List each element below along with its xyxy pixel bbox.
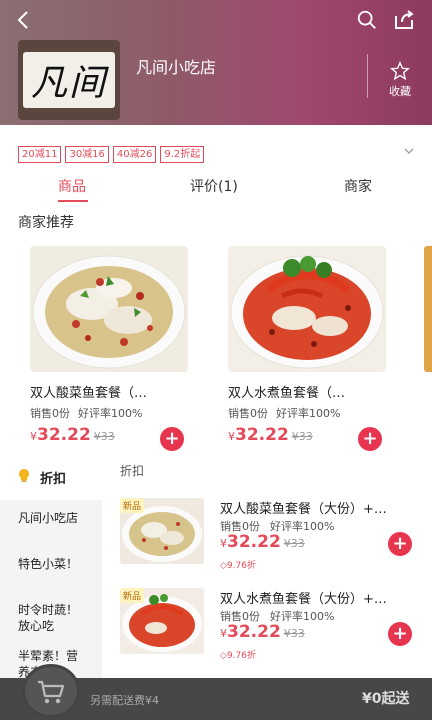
- sidebar-item[interactable]: 特色小菜！: [18, 556, 88, 572]
- list-item[interactable]: 新品 双人酸菜鱼套餐（大份）+… 销售0份 好评率100% ¥32.22 ¥33 ◇…: [118, 498, 432, 578]
- search-icon[interactable]: [356, 9, 378, 31]
- sales-count: 销售0份: [228, 407, 268, 420]
- dish-name: 双人酸菜鱼套餐（…: [30, 386, 148, 401]
- dish-stats: 销售0份 好评率100%: [228, 405, 386, 421]
- shop-header: 凡间 凡间小吃店 收藏: [0, 0, 432, 125]
- original-price: ¥33: [291, 430, 313, 443]
- original-price: ¥33: [283, 627, 305, 640]
- shop-name: 凡间小吃店: [136, 58, 217, 77]
- sales-count: 销售0份: [30, 407, 70, 420]
- rating: 好评率100%: [78, 407, 143, 420]
- new-badge: 新品: [120, 588, 145, 603]
- favorite-button[interactable]: 收藏: [378, 60, 422, 99]
- list-item[interactable]: 新品 双人水煮鱼套餐（大份）+… 销售0份 好评率100% ¥32.22 ¥33 ◇…: [118, 588, 432, 668]
- back-icon[interactable]: [12, 8, 36, 32]
- shopping-cart-icon: [38, 680, 65, 704]
- price: ¥32.22: [228, 425, 289, 445]
- add-to-cart-button[interactable]: +: [358, 427, 382, 451]
- dish-stats: 销售0份 好评率100%: [30, 405, 188, 421]
- price-value: 32.22: [235, 425, 289, 445]
- tab-active-indicator: [58, 200, 88, 202]
- price-value: 32.22: [227, 622, 281, 642]
- dish-image-boiled-fish: [228, 246, 386, 372]
- price: ¥32.22: [220, 532, 281, 552]
- sidebar-item[interactable]: 凡间小吃店: [18, 510, 88, 526]
- lightbulb-icon: [19, 469, 29, 482]
- discount-label: ◇9.76折: [220, 651, 256, 661]
- discount-value: 9.76折: [226, 651, 256, 661]
- list-section-title: 折扣: [120, 464, 145, 478]
- dish-name: 双人水煮鱼套餐（大份）+…: [220, 592, 387, 607]
- recommend-title: 商家推荐: [18, 215, 74, 231]
- currency-symbol: ¥: [220, 537, 227, 550]
- delivery-fee: 另需配送费¥4: [90, 694, 159, 707]
- dish-image-partial: [424, 246, 432, 372]
- tab-merchant[interactable]: 商家: [344, 176, 372, 196]
- price-row: ¥32.22 ¥33: [220, 532, 305, 552]
- dish-name: 双人酸菜鱼套餐（大份）+…: [220, 502, 387, 517]
- tab-goods[interactable]: 商品: [58, 176, 86, 196]
- coupon-tag[interactable]: 30减16: [65, 146, 109, 163]
- tab-bar: 商品 评价(1) 商家: [0, 170, 432, 202]
- rating: 好评率100%: [276, 407, 341, 420]
- sidebar-item-label: 折扣: [40, 472, 67, 487]
- favorite-label: 收藏: [389, 85, 411, 98]
- add-to-cart-button[interactable]: +: [388, 622, 412, 646]
- recommend-card[interactable]: 双人水煮鱼套餐（… 销售0份 好评率100% ¥32.22 ¥33 +: [228, 246, 386, 451]
- price-row: ¥32.22 ¥33: [220, 622, 305, 642]
- price: ¥32.22: [30, 425, 91, 445]
- currency-symbol: ¥: [228, 430, 235, 443]
- min-order-button[interactable]: ¥0起送: [362, 688, 409, 708]
- price-value: 32.22: [37, 425, 91, 445]
- dish-name: 双人水煮鱼套餐（…: [228, 386, 346, 401]
- share-icon[interactable]: [392, 8, 416, 32]
- shop-logo: 凡间: [18, 40, 120, 120]
- sidebar-item-discount[interactable]: 折扣: [0, 452, 102, 500]
- discount-value: 9.76折: [226, 561, 256, 571]
- sidebar-item[interactable]: 时令时蔬！放心吃: [18, 602, 88, 634]
- discount-label: ◇9.76折: [220, 561, 256, 571]
- price-value: 32.22: [227, 532, 281, 552]
- price-row: ¥32.22 ¥33 +: [228, 425, 386, 451]
- chevron-down-icon[interactable]: [402, 144, 416, 158]
- star-icon: [390, 61, 410, 81]
- add-to-cart-button[interactable]: +: [388, 532, 412, 556]
- cart-button[interactable]: [22, 664, 80, 718]
- price-row: ¥32.22 ¥33 +: [30, 425, 188, 451]
- shop-logo-text: 凡间: [23, 52, 115, 108]
- tab-reviews[interactable]: 评价(1): [190, 176, 238, 196]
- recommend-card[interactable]: 双人酸菜鱼套餐（… 销售0份 好评率100% ¥32.22 ¥33 +: [30, 246, 188, 451]
- coupon-list: 20减11 30减16 40减26 9.2折起: [18, 146, 205, 163]
- dish-image-pickled-fish: [30, 246, 188, 372]
- original-price: ¥33: [283, 537, 305, 550]
- price: ¥32.22: [220, 622, 281, 642]
- original-price: ¥33: [93, 430, 115, 443]
- divider: [367, 54, 368, 98]
- new-badge: 新品: [120, 498, 145, 513]
- coupon-tag[interactable]: 9.2折起: [160, 146, 205, 163]
- currency-symbol: ¥: [220, 627, 227, 640]
- coupon-tag[interactable]: 40减26: [112, 146, 157, 163]
- currency-symbol: ¥: [30, 430, 37, 443]
- coupon-tag[interactable]: 20减11: [18, 146, 62, 163]
- add-to-cart-button[interactable]: +: [160, 427, 184, 451]
